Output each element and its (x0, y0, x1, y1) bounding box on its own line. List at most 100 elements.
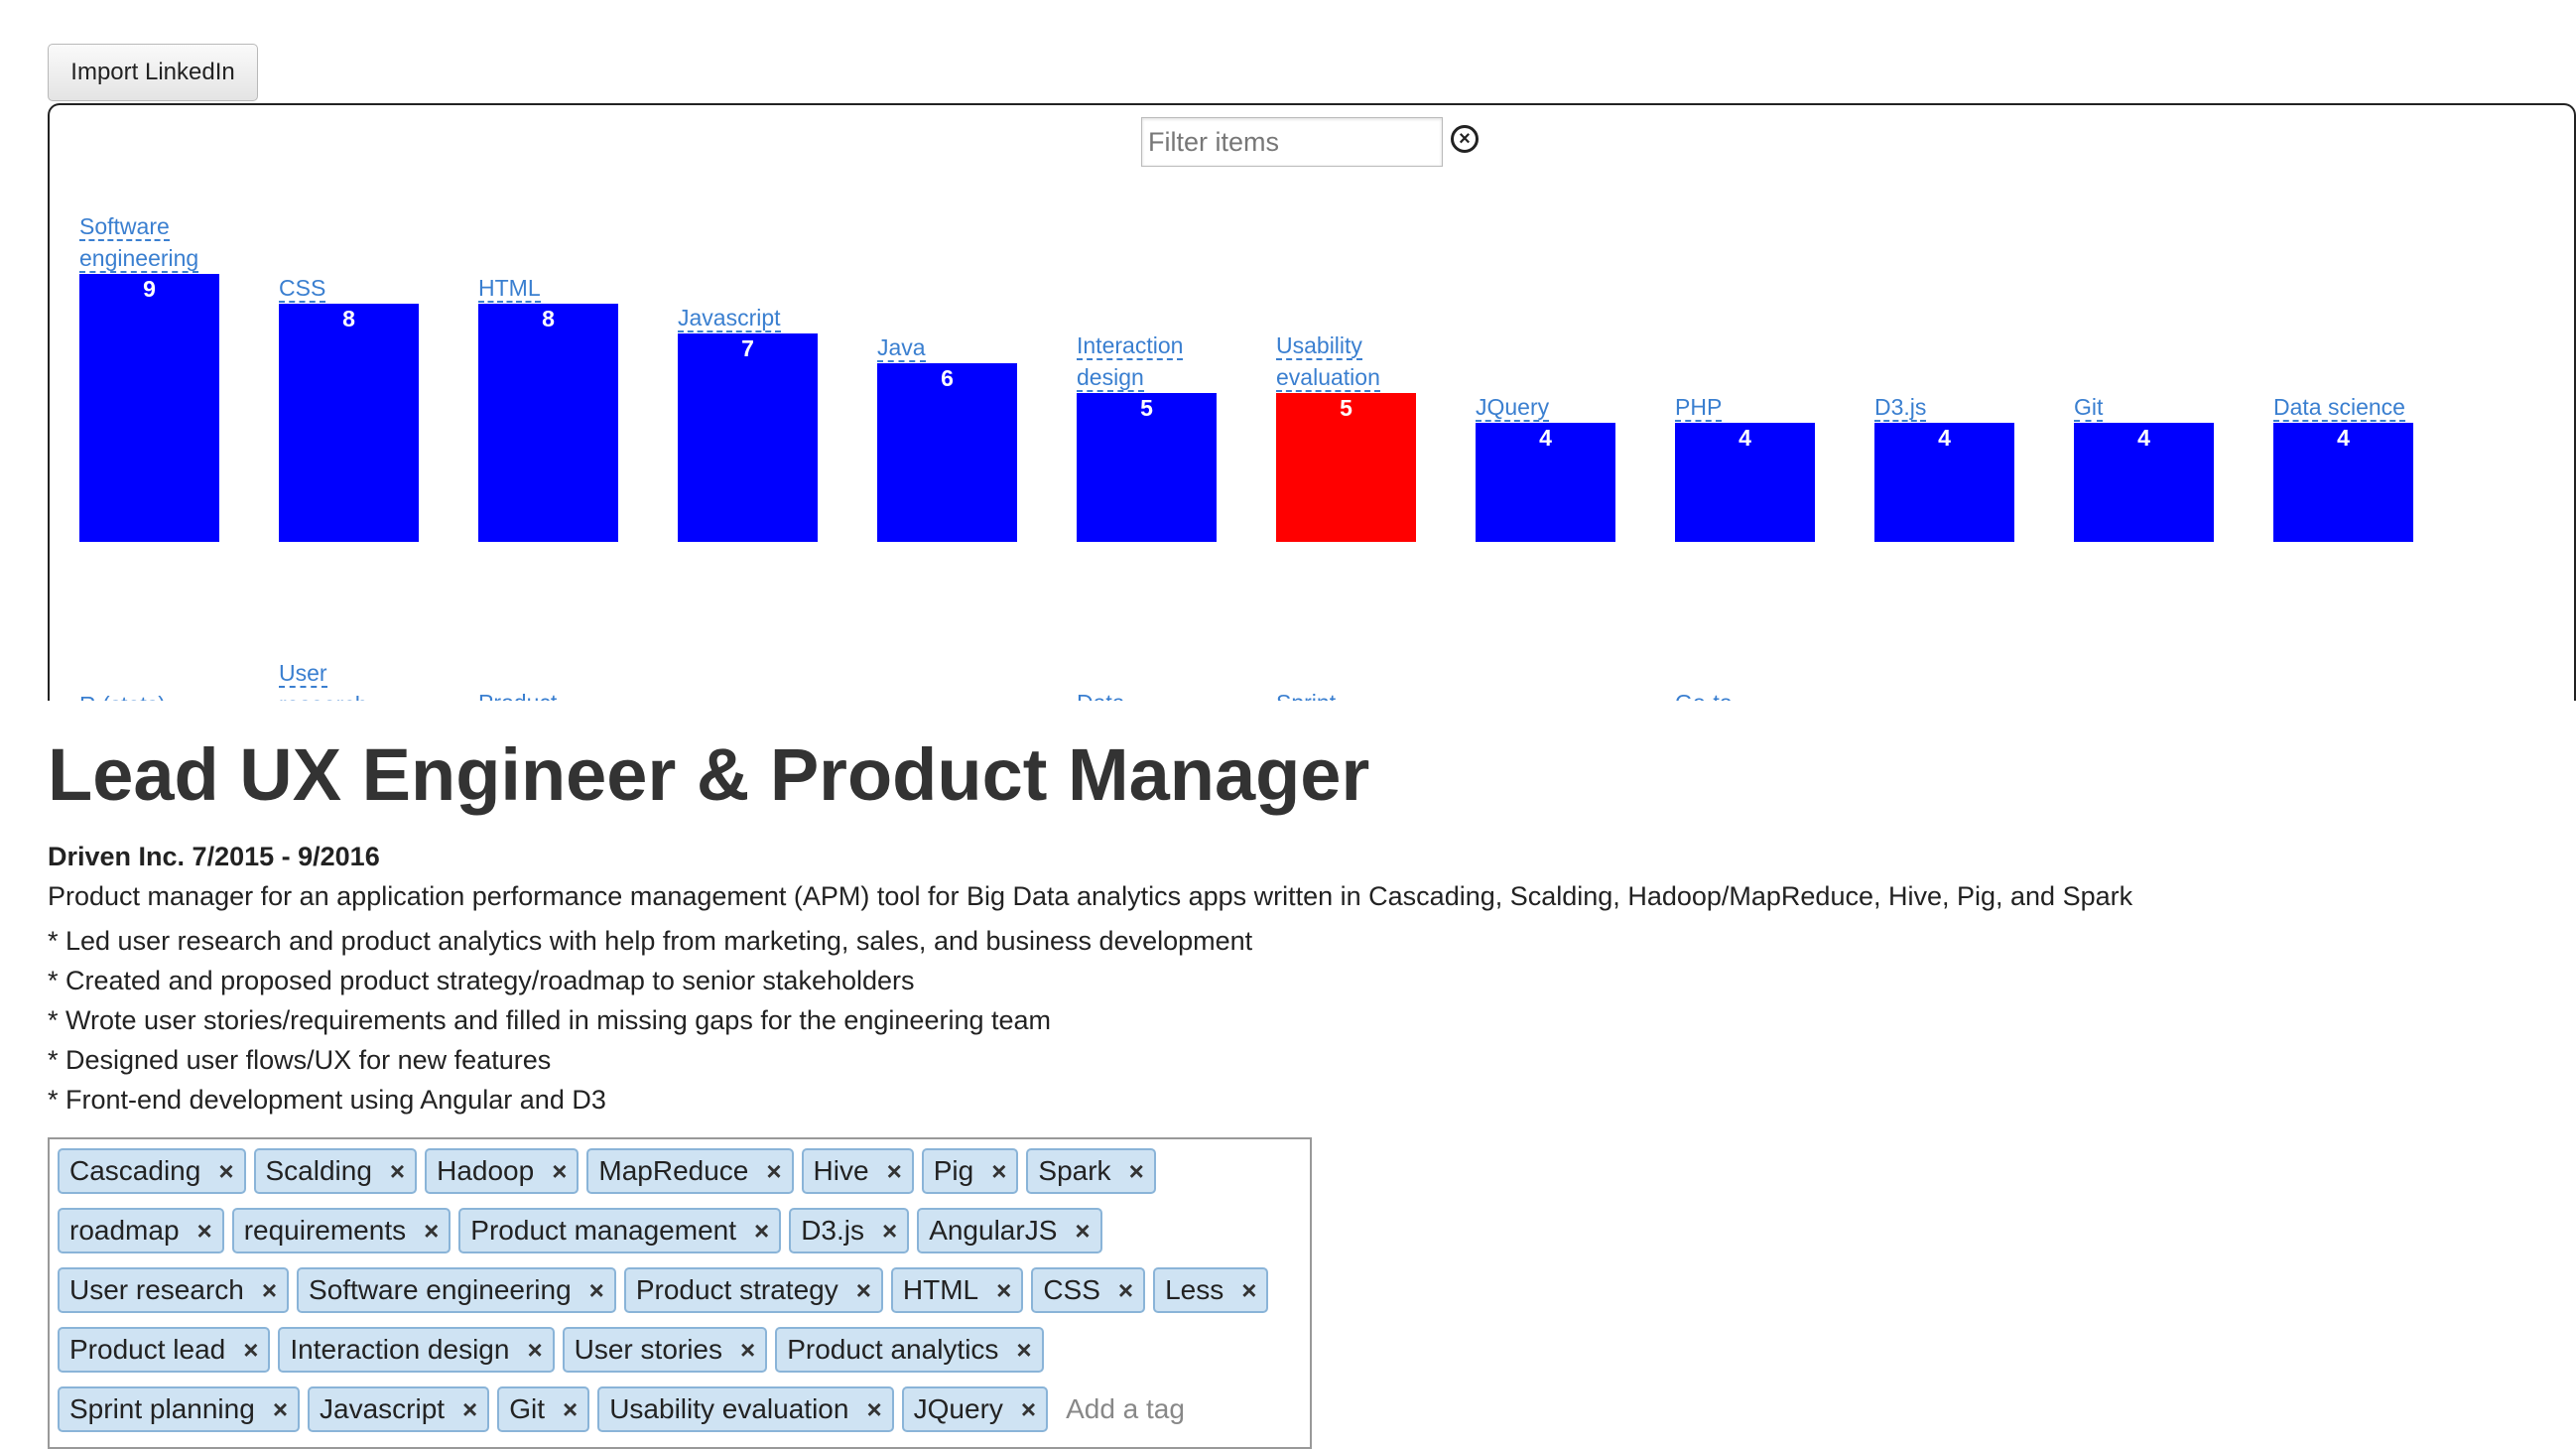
tag-chip[interactable]: Git × (497, 1386, 590, 1432)
tag-chip[interactable]: Interaction design × (278, 1327, 555, 1373)
tag-chip[interactable]: JQuery × (901, 1386, 1049, 1432)
tag-chip[interactable]: D3.js × (789, 1208, 910, 1253)
tag-remove-icon[interactable]: × (1016, 1335, 1031, 1366)
bar-category-label[interactable]: HTML (478, 272, 541, 304)
tag-editor[interactable]: Cascading × Scalding × Hadoop × MapReduce × Hive… (48, 1137, 1312, 1449)
tag-label: D3.js (801, 1215, 864, 1246)
tag-remove-icon[interactable]: × (552, 1156, 567, 1187)
bar-category-label[interactable]: JQuery (1476, 391, 1550, 423)
bar-category-label-line: engineering (79, 245, 199, 273)
add-tag-input[interactable] (1064, 1392, 1267, 1426)
tag-remove-icon[interactable]: × (589, 1275, 604, 1306)
bar-category-label[interactable]: Sprintplanning (1276, 687, 1362, 701)
tag-chip[interactable]: Pig × (921, 1148, 1019, 1194)
tag-remove-icon[interactable]: × (740, 1335, 755, 1366)
bar-category-label[interactable]: Go-to-market (1675, 687, 1744, 701)
tag-chip[interactable]: Spark × (1026, 1148, 1156, 1194)
tag-remove-icon[interactable]: × (991, 1156, 1006, 1187)
tag-label: Scalding (265, 1155, 372, 1186)
tag-label: Git (509, 1393, 546, 1424)
tag-remove-icon[interactable]: × (1118, 1275, 1133, 1306)
bar-category-label-line: evaluation (1276, 364, 1380, 392)
tag-chip[interactable]: Hadoop × (425, 1148, 580, 1194)
tag-remove-icon[interactable]: × (887, 1156, 902, 1187)
job-bullet-list: * Led user research and product analytic… (48, 921, 1252, 1120)
tag-remove-icon[interactable]: × (1075, 1216, 1090, 1247)
tag-row: Cascading × Scalding × Hadoop × MapReduce × Hive… (58, 1147, 1310, 1195)
bar-category-label-line: Software (79, 213, 170, 241)
tag-remove-icon[interactable]: × (866, 1394, 881, 1425)
tag-chip[interactable]: AngularJS × (917, 1208, 1102, 1253)
tag-row: Product lead × Interaction design × User sto… (58, 1326, 1310, 1374)
bar-category-label[interactable]: Data science (2273, 391, 2405, 423)
import-linkedin-button[interactable]: Import LinkedIn (48, 44, 258, 101)
tag-chip[interactable]: Cascading × (58, 1148, 246, 1194)
tag-remove-icon[interactable]: × (218, 1156, 233, 1187)
bar-category-label[interactable]: Interaction design (1077, 329, 1184, 393)
tag-chip[interactable]: Hive × (801, 1148, 914, 1194)
tag-chip[interactable]: Javascript × (308, 1386, 490, 1432)
bar-category-label[interactable]: D3.js (1874, 391, 1927, 423)
bar-value-label: 4 (1539, 425, 1552, 451)
bar-category-label[interactable]: Datavisualizations (1077, 687, 1213, 701)
bar-category-label-line: Product (478, 690, 558, 701)
tag-chip[interactable]: Product analytics × (775, 1327, 1044, 1373)
tag-label: Pig (933, 1155, 974, 1186)
tag-remove-icon[interactable]: × (856, 1275, 871, 1306)
bar-category-label[interactable]: Productanalytics (478, 687, 567, 701)
tag-chip[interactable]: CSS × (1031, 1267, 1146, 1313)
tag-remove-icon[interactable]: × (390, 1156, 405, 1187)
bar-category-label-line: Usability (1276, 332, 1362, 360)
tag-chip[interactable]: roadmap × (58, 1208, 224, 1253)
bar-category-label[interactable]: PHP (1675, 391, 1723, 423)
tag-chip[interactable]: MapReduce × (586, 1148, 794, 1194)
tag-remove-icon[interactable]: × (766, 1156, 781, 1187)
bar-category-label[interactable]: CSS (279, 272, 326, 304)
close-circle-icon[interactable]: × (1451, 125, 1479, 153)
tag-chip[interactable]: Product lead × (58, 1327, 271, 1373)
tag-chip[interactable]: Sprint planning × (58, 1386, 300, 1432)
tag-remove-icon[interactable]: × (1129, 1156, 1144, 1187)
bar-value-label: 4 (1938, 425, 1951, 451)
tag-chip[interactable]: User research × (58, 1267, 290, 1313)
tag-chip[interactable]: Product strategy × (623, 1267, 883, 1313)
tag-remove-icon[interactable]: × (563, 1394, 578, 1425)
tag-remove-icon[interactable]: × (1241, 1275, 1256, 1306)
tag-remove-icon[interactable]: × (882, 1216, 897, 1247)
tag-remove-icon[interactable]: × (462, 1394, 477, 1425)
bar-category-label[interactable]: Git (2074, 391, 2104, 423)
tag-row: roadmap × requirements × Product management ×… (58, 1207, 1310, 1254)
bar-category-label[interactable]: Software engineering (79, 210, 199, 274)
bar-category-label[interactable]: Usability evaluation (1276, 329, 1380, 393)
job-company-dates: Driven Inc. 7/2015 - 9/2016 (48, 842, 380, 871)
tag-remove-icon[interactable]: × (1021, 1394, 1036, 1425)
tag-remove-icon[interactable]: × (273, 1394, 288, 1425)
tag-chip[interactable]: User stories × (562, 1327, 768, 1373)
tag-remove-icon[interactable]: × (197, 1216, 212, 1247)
tag-chip[interactable]: Usability evaluation × (597, 1386, 894, 1432)
filter-input[interactable] (1141, 117, 1443, 167)
tag-label: Product management (470, 1215, 737, 1246)
tag-chip[interactable]: Less × (1153, 1267, 1269, 1313)
tag-chip[interactable]: Software engineering × (297, 1267, 616, 1313)
bar-value-label: 8 (542, 306, 555, 331)
bar-category-label-line: Interaction (1077, 332, 1184, 360)
bar-category-label[interactable]: Javascript (678, 302, 781, 333)
tag-label: roadmap (69, 1215, 180, 1246)
tag-remove-icon[interactable]: × (754, 1216, 769, 1247)
tag-remove-icon[interactable]: × (243, 1335, 258, 1366)
tag-remove-icon[interactable]: × (424, 1216, 439, 1247)
tag-remove-icon[interactable]: × (527, 1335, 542, 1366)
tag-remove-icon[interactable]: × (262, 1275, 277, 1306)
tag-remove-icon[interactable]: × (996, 1275, 1011, 1306)
bar-value-label: 5 (1140, 395, 1153, 421)
bar-category-label[interactable]: R (stats) (79, 689, 166, 701)
tag-chip[interactable]: Scalding × (253, 1148, 418, 1194)
tag-chip[interactable]: requirements × (231, 1208, 451, 1253)
bar-value-label: 9 (143, 276, 156, 302)
bar-category-label[interactable]: User research (279, 657, 368, 701)
bar-value-label: 4 (1739, 425, 1751, 451)
tag-chip[interactable]: HTML × (890, 1267, 1024, 1313)
tag-chip[interactable]: Product management × (458, 1208, 782, 1253)
bar-category-label[interactable]: Java (877, 331, 926, 363)
